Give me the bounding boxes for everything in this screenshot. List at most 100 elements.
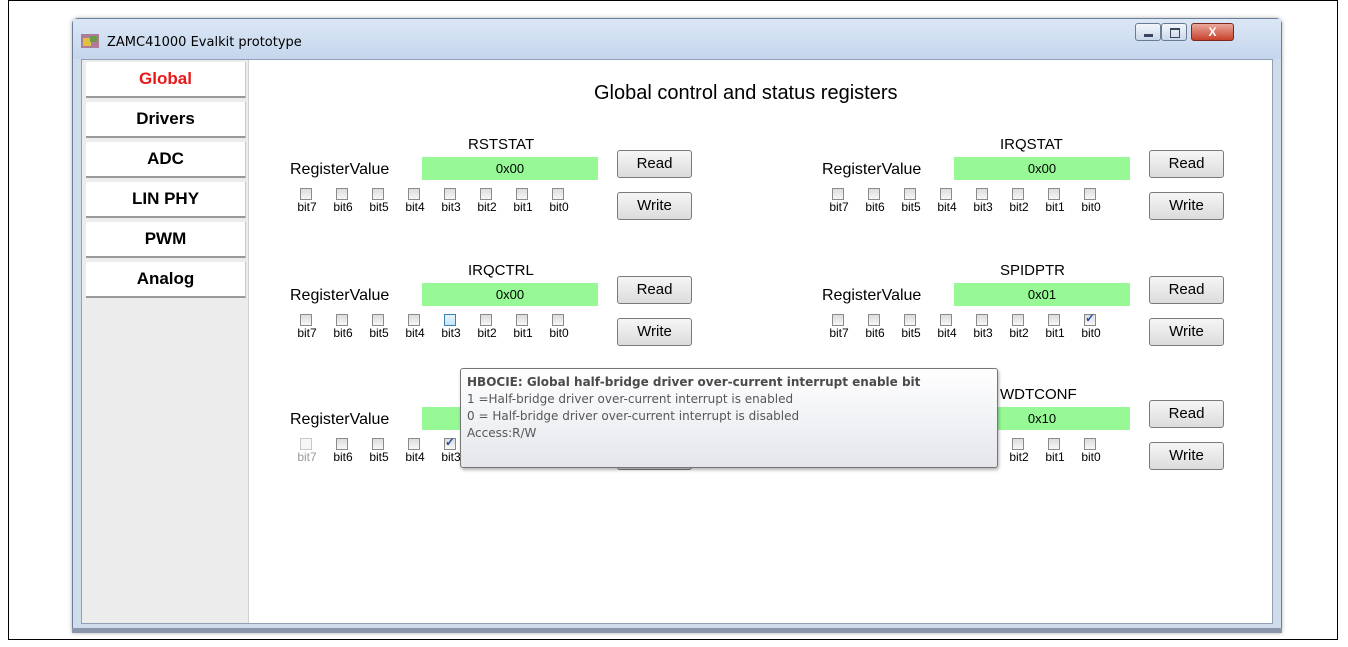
tooltip-line: 0 = Half-bridge driver over-current inte… (467, 409, 800, 423)
maximize-button[interactable] (1161, 23, 1187, 41)
bit-checkbox[interactable] (1012, 438, 1024, 450)
bit-label: bit4 (405, 450, 425, 464)
tooltip-line: 1 =Half-bridge driver over-current inter… (467, 392, 794, 406)
bit-label: bit7 (297, 450, 317, 464)
bit-checkbox[interactable] (444, 435, 456, 450)
bit-checkbox[interactable] (516, 188, 528, 200)
bit-checkbox[interactable] (372, 188, 384, 200)
close-button[interactable]: X (1191, 23, 1234, 41)
bit-checkbox[interactable] (868, 314, 880, 326)
bit-checkbox[interactable] (1012, 314, 1024, 326)
bit-control: bit3 (434, 314, 470, 344)
bit-checkbox[interactable] (480, 314, 492, 326)
read-button[interactable]: Read (617, 150, 692, 178)
bit-checkbox[interactable] (832, 314, 844, 326)
taskbar-strip (72, 628, 1282, 633)
bit-checkbox[interactable] (408, 314, 420, 326)
bit-checkbox[interactable] (940, 188, 952, 200)
app-icon (81, 34, 99, 48)
bit-checkbox[interactable] (1048, 438, 1060, 450)
write-button[interactable]: Write (1149, 442, 1224, 470)
bit-control: bit2 (1002, 438, 1038, 468)
bit-checkbox[interactable] (336, 188, 348, 200)
bit-control: bit6 (858, 188, 894, 218)
bit-checkbox[interactable] (976, 188, 988, 200)
bit-control: bit1 (506, 188, 542, 218)
bit-checkbox[interactable] (408, 438, 420, 450)
bit-label: bit7 (829, 326, 849, 340)
register-value-label: RegisterValue (822, 161, 922, 178)
bit-label: bit7 (829, 200, 849, 214)
bit-checkbox[interactable] (372, 438, 384, 450)
bit-checkbox[interactable] (300, 188, 312, 200)
bit-control: bit7 (290, 314, 326, 344)
write-button[interactable]: Write (1149, 318, 1224, 346)
tab-drivers[interactable]: Drivers (86, 102, 246, 138)
register-value-field[interactable]: 0x00 (954, 157, 1130, 180)
register-group: SPIDPTR RegisterValue 0x01 Read Write bit7 b… (822, 262, 1242, 346)
read-button[interactable]: Read (1149, 400, 1224, 428)
read-button[interactable]: Read (1149, 150, 1224, 178)
bit-checkbox[interactable] (408, 188, 420, 200)
bit-label: bit2 (477, 200, 497, 214)
tab-global[interactable]: Global (86, 62, 246, 98)
bit-checkbox[interactable] (300, 314, 312, 326)
bit-checkbox[interactable] (1084, 438, 1096, 450)
bit-checkbox[interactable] (336, 438, 348, 450)
bit-checkbox[interactable] (480, 188, 492, 200)
read-button[interactable]: Read (1149, 276, 1224, 304)
register-value-field[interactable]: 0x00 (422, 283, 598, 306)
bit-label: bit5 (901, 326, 921, 340)
bit-checkbox[interactable] (444, 314, 456, 326)
write-button[interactable]: Write (1149, 192, 1224, 220)
bit-control: bit7 (290, 188, 326, 218)
bit-checkbox[interactable] (904, 188, 916, 200)
bit-checkbox[interactable] (552, 314, 564, 326)
bit-label: bit6 (333, 326, 353, 340)
bit-checkbox[interactable] (940, 314, 952, 326)
bit-label: bit2 (1009, 200, 1029, 214)
bit-checkbox[interactable] (1012, 188, 1024, 200)
register-value-field[interactable]: 0x00 (422, 157, 598, 180)
bit-checkbox[interactable] (444, 188, 456, 200)
bit-checkbox[interactable] (868, 188, 880, 200)
write-button[interactable]: Write (617, 192, 692, 220)
bit-checkbox[interactable] (904, 314, 916, 326)
tab-adc[interactable]: ADC (86, 142, 246, 178)
tab-lin-phy[interactable]: LIN PHY (86, 182, 246, 218)
bit-checkbox[interactable] (552, 188, 564, 200)
write-button[interactable]: Write (617, 318, 692, 346)
bit-checkbox[interactable] (832, 188, 844, 200)
bit-label: bit5 (369, 326, 389, 340)
bit-checkbox[interactable] (372, 314, 384, 326)
bit-control: bit4 (930, 314, 966, 344)
title-bar[interactable]: ZAMC41000 Evalkit prototype X (73, 19, 1281, 59)
bit-checkbox[interactable] (1084, 188, 1096, 200)
bit-control: bit3 (966, 188, 1002, 218)
minimize-button[interactable] (1135, 23, 1161, 41)
bit-checkbox[interactable] (516, 314, 528, 326)
register-group: RSTSTAT RegisterValue 0x00 Read Write bit7 b… (290, 136, 710, 220)
bit-checkbox[interactable] (1048, 188, 1060, 200)
page-title: Global control and status registers (594, 82, 898, 104)
bit-control: bit2 (470, 188, 506, 218)
bit-label: bit7 (297, 200, 317, 214)
bit-control: bit1 (1038, 314, 1074, 344)
bit-control: bit2 (1002, 314, 1038, 344)
bit-control: bit4 (930, 188, 966, 218)
tab-analog[interactable]: Analog (86, 262, 246, 298)
bit-label: bit6 (333, 450, 353, 464)
bit-label: bit5 (901, 200, 921, 214)
bit-checkbox[interactable] (1048, 314, 1060, 326)
bit-label: bit5 (369, 200, 389, 214)
bit-checkbox[interactable] (1084, 311, 1096, 326)
tab-pwm[interactable]: PWM (86, 222, 246, 258)
bit-checkbox[interactable] (336, 314, 348, 326)
read-button[interactable]: Read (617, 276, 692, 304)
bit-checkbox (300, 438, 312, 450)
register-value-field[interactable]: 0x01 (954, 283, 1130, 306)
bit-checkbox[interactable] (976, 314, 988, 326)
bit-label: bit7 (297, 326, 317, 340)
bit-label: bit0 (549, 326, 569, 340)
bit-label: bit6 (865, 200, 885, 214)
